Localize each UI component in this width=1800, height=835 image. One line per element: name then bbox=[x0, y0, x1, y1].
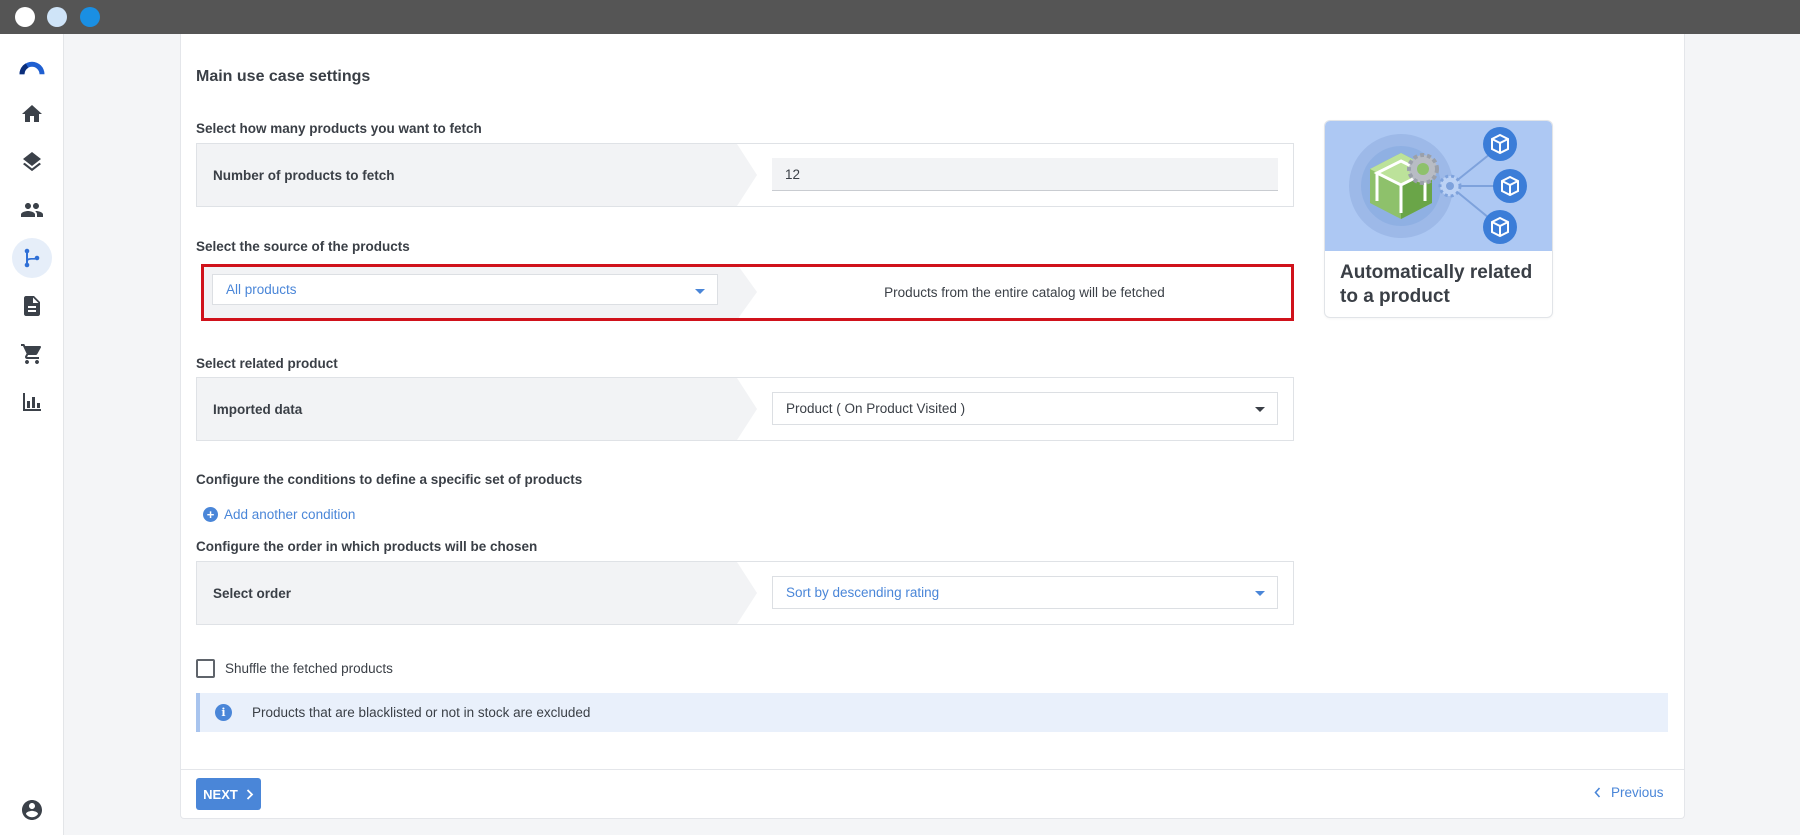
brand-logo-icon[interactable] bbox=[12, 48, 52, 88]
layers-icon[interactable] bbox=[12, 142, 52, 182]
window-minimize-button[interactable] bbox=[47, 7, 67, 27]
related-row-label: Imported data bbox=[197, 378, 737, 440]
use-case-title: Automatically related to a product bbox=[1340, 262, 1533, 307]
account-icon[interactable] bbox=[12, 790, 52, 830]
related-products-illustration bbox=[1349, 127, 1527, 244]
people-icon[interactable] bbox=[12, 190, 52, 230]
fetch-count-label: Select how many products you want to fet… bbox=[196, 121, 482, 136]
related-label: Select related product bbox=[196, 356, 338, 371]
info-text: Products that are blacklisted or not in … bbox=[252, 705, 591, 720]
fetch-count-input[interactable]: 12 bbox=[772, 158, 1278, 191]
window-titlebar bbox=[0, 0, 1800, 34]
chevron-right-icon bbox=[246, 788, 254, 800]
bar-chart-icon[interactable] bbox=[12, 382, 52, 422]
sidebar bbox=[0, 34, 64, 835]
add-condition-label: Add another condition bbox=[224, 507, 356, 522]
cart-icon[interactable] bbox=[12, 334, 52, 374]
source-row: All products Products from the entire ca… bbox=[201, 264, 1294, 321]
related-row: Imported data Product ( On Product Visit… bbox=[196, 377, 1294, 441]
shuffle-option[interactable]: Shuffle the fetched products bbox=[196, 659, 393, 678]
footer-divider bbox=[180, 769, 1685, 770]
document-icon[interactable] bbox=[12, 286, 52, 326]
previous-button-label: Previous bbox=[1611, 785, 1664, 800]
source-select-value: All products bbox=[226, 282, 297, 297]
use-case-card[interactable]: Automatically related to a product bbox=[1324, 120, 1553, 318]
order-label: Configure the order in which products wi… bbox=[196, 539, 538, 554]
chevron-down-icon bbox=[695, 289, 705, 294]
branch-icon[interactable] bbox=[12, 238, 52, 278]
window-maximize-button[interactable] bbox=[80, 7, 100, 27]
shuffle-label: Shuffle the fetched products bbox=[225, 661, 393, 676]
page-title: Main use case settings bbox=[196, 68, 371, 85]
row-arrow bbox=[737, 562, 757, 624]
fetch-count-row: Number of products to fetch 12 bbox=[196, 143, 1294, 207]
use-case-illustration bbox=[1325, 121, 1552, 251]
next-button-label: NEXT bbox=[203, 786, 238, 802]
order-row: Select order Sort by descending rating bbox=[196, 561, 1294, 625]
add-condition-button[interactable]: + Add another condition bbox=[203, 507, 355, 522]
related-select[interactable]: Product ( On Product Visited ) bbox=[772, 392, 1278, 425]
conditions-label: Configure the conditions to define a spe… bbox=[196, 472, 583, 487]
chevron-left-icon bbox=[1594, 787, 1601, 798]
row-arrow bbox=[737, 378, 757, 440]
chevron-down-icon bbox=[1255, 591, 1265, 596]
home-icon[interactable] bbox=[12, 94, 52, 134]
previous-button[interactable]: Previous bbox=[1594, 785, 1664, 800]
row-arrow bbox=[737, 144, 757, 206]
chevron-down-icon bbox=[1255, 407, 1265, 412]
source-select[interactable]: All products bbox=[212, 274, 718, 305]
order-select-value: Sort by descending rating bbox=[786, 585, 940, 600]
source-description: Products from the entire catalog will be… bbox=[884, 285, 1165, 300]
order-row-label: Select order bbox=[197, 562, 737, 624]
shuffle-checkbox[interactable] bbox=[196, 659, 215, 678]
window-close-button[interactable] bbox=[15, 7, 35, 27]
next-button[interactable]: NEXT bbox=[196, 778, 261, 810]
row-arrow bbox=[739, 267, 757, 317]
info-icon: i bbox=[215, 704, 232, 721]
order-select[interactable]: Sort by descending rating bbox=[772, 576, 1278, 609]
info-banner: i Products that are blacklisted or not i… bbox=[196, 693, 1668, 732]
plus-circle-icon: + bbox=[203, 507, 218, 522]
fetch-count-row-label: Number of products to fetch bbox=[197, 144, 737, 206]
related-select-value: Product ( On Product Visited ) bbox=[786, 401, 966, 416]
source-label: Select the source of the products bbox=[196, 239, 410, 254]
